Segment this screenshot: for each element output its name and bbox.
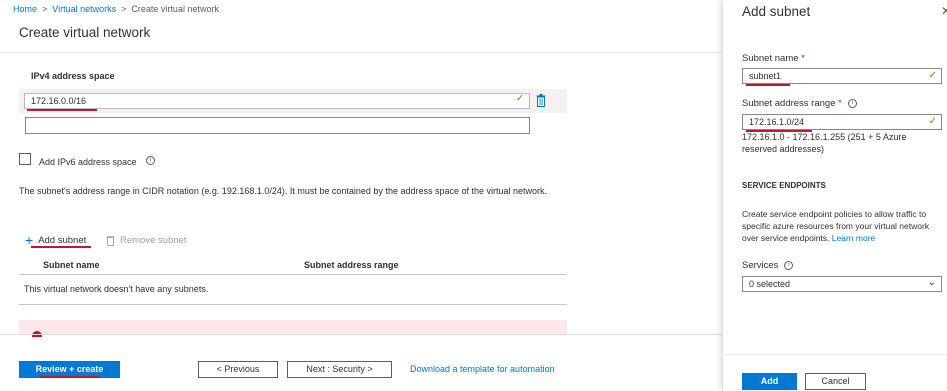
- info-icon[interactable]: i: [847, 98, 857, 108]
- close-icon[interactable]: ✕: [941, 4, 947, 18]
- ipv4-address-value: 172.16.0.0/16: [31, 96, 87, 106]
- download-template-link[interactable]: Download a template for automation: [410, 364, 555, 374]
- subnet-name-label-text: Subnet name: [742, 53, 799, 64]
- subnet-name-value: subnet1: [749, 71, 782, 81]
- add-subnet-panel: Add subnet ✕ Subnet name * subnet1 ✓ Sub…: [722, 0, 947, 391]
- annotation-underline: [27, 109, 97, 111]
- page-title: Create virtual network: [19, 25, 151, 40]
- info-icon[interactable]: i: [146, 156, 155, 165]
- ipv6-checkbox[interactable]: [19, 153, 31, 165]
- trash-icon: [106, 235, 115, 246]
- cancel-button[interactable]: Cancel: [805, 373, 866, 390]
- info-icon[interactable]: i: [784, 260, 794, 270]
- header-band: Home > Virtual networks > Create virtual net…: [0, 0, 722, 53]
- required-marker: *: [801, 53, 805, 64]
- checkmark-icon: ✓: [928, 116, 937, 127]
- annotation-underline: [40, 376, 100, 378]
- checkmark-icon: ✓: [516, 93, 525, 104]
- range-note: 172.16.1.0 - 172.16.1.255 (251 + 5 Azure…: [742, 132, 907, 154]
- plus-icon: +: [25, 232, 34, 248]
- remove-subnet-label: Remove subnet: [120, 234, 187, 246]
- subnet-range-label-text: Subnet address range: [742, 98, 836, 109]
- ipv6-label: Add IPv6 address space: [39, 157, 137, 167]
- ipv4-label: IPv4 address space: [31, 71, 115, 81]
- breadcrumb: Home > Virtual networks > Create virtual net…: [13, 4, 219, 14]
- checkmark-icon: ✓: [928, 70, 937, 81]
- add-subnet-label: Add subnet: [38, 234, 87, 246]
- annotation-underline: [31, 246, 91, 248]
- services-label-text: Services: [742, 260, 779, 271]
- subnet-description: The subnet's address range in CIDR notat…: [19, 186, 548, 196]
- annotation-underline: [746, 84, 790, 86]
- subnet-range-value: 172.16.1.0/24: [749, 117, 805, 127]
- required-marker: *: [838, 98, 842, 109]
- learn-more-link[interactable]: Learn more: [832, 233, 875, 243]
- breadcrumb-current: Create virtual network: [131, 4, 219, 14]
- panel-title: Add subnet: [742, 4, 811, 19]
- footer-divider: [0, 334, 722, 335]
- subnet-name-label: Subnet name *: [742, 53, 805, 64]
- chevron-down-icon: ⌄: [927, 277, 936, 288]
- services-select[interactable]: 0 selected ⌄: [742, 276, 942, 292]
- previous-button[interactable]: < Previous: [198, 361, 278, 378]
- subnet-table-header: Subnet name Subnet address range: [19, 257, 567, 275]
- add-button[interactable]: Add: [742, 373, 797, 390]
- breadcrumb-separator: >: [42, 4, 48, 14]
- subnet-name-input[interactable]: subnet1 ✓: [742, 68, 942, 84]
- column-header-subnet-range[interactable]: Subnet address range: [304, 260, 399, 270]
- subnet-table-empty-message: This virtual network doesn't have any su…: [24, 284, 209, 294]
- panel-footer-divider: [723, 354, 947, 355]
- breadcrumb-home[interactable]: Home: [13, 4, 37, 14]
- table-divider: [19, 304, 567, 305]
- services-label: Services i: [742, 260, 794, 271]
- service-endpoints-heading: SERVICE ENDPOINTS: [742, 181, 826, 190]
- remove-subnet-button[interactable]: Remove subnet: [106, 232, 187, 248]
- subnet-range-label: Subnet address range * i: [742, 98, 857, 109]
- ipv4-additional-input[interactable]: [25, 117, 530, 134]
- column-header-subnet-name[interactable]: Subnet name: [43, 260, 100, 270]
- main-area: Home > Virtual networks > Create virtual net…: [0, 0, 722, 391]
- breadcrumb-separator: >: [121, 4, 127, 14]
- breadcrumb-virtual-networks[interactable]: Virtual networks: [52, 4, 116, 14]
- ipv4-address-input[interactable]: 172.16.0.0/16: [24, 93, 530, 111]
- services-value: 0 selected: [749, 279, 791, 289]
- subnet-range-input[interactable]: 172.16.1.0/24 ✓: [742, 114, 942, 130]
- trash-icon[interactable]: [536, 94, 546, 107]
- service-endpoints-description: Create service endpoint policies to allo…: [742, 208, 944, 244]
- error-banner: [19, 320, 567, 337]
- next-security-button[interactable]: Next : Security >: [287, 361, 392, 378]
